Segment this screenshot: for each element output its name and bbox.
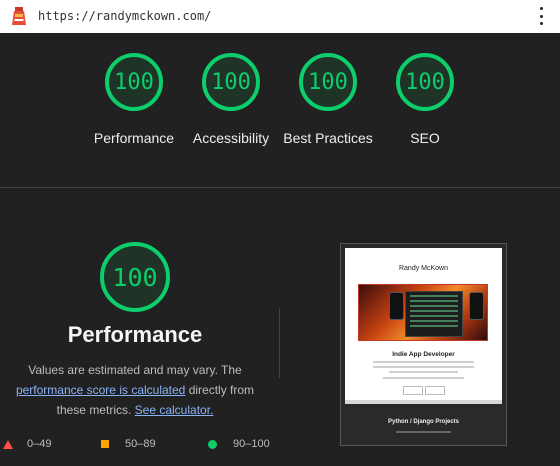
gauge-label-seo: SEO bbox=[410, 130, 440, 146]
screenshot-band bbox=[345, 400, 502, 404]
seo-gauge[interactable]: 100 bbox=[395, 52, 455, 112]
performance-gauge[interactable]: 100 bbox=[104, 52, 164, 112]
screenshot-button bbox=[425, 386, 445, 395]
gauge-score: 100 bbox=[405, 69, 445, 95]
description-text: Values are estimated and may vary. The bbox=[28, 363, 242, 377]
browser-toolbar: https://randymckown.com/ bbox=[0, 0, 560, 33]
gauge-score: 100 bbox=[114, 69, 154, 95]
legend-range: 90–100 bbox=[233, 438, 270, 450]
legend-range: 0–49 bbox=[27, 438, 52, 450]
gauge-score: 100 bbox=[112, 262, 158, 292]
performance-main-gauge: 100 bbox=[99, 241, 171, 313]
average-square-icon bbox=[101, 440, 109, 448]
text-line bbox=[373, 361, 474, 363]
performance-description: Values are estimated and may vary. The p… bbox=[4, 360, 266, 420]
phone-image bbox=[469, 292, 484, 320]
page-screenshot-thumbnail[interactable]: Randy McKown Indie App Developer Python … bbox=[340, 243, 507, 446]
text-line bbox=[373, 366, 474, 368]
phone-image bbox=[389, 292, 404, 320]
screenshot-projects-heading: Python / Django Projects bbox=[387, 419, 459, 425]
pass-circle-icon bbox=[208, 439, 217, 449]
fail-triangle-icon bbox=[3, 439, 13, 449]
screenshot-page: Randy McKown Indie App Developer bbox=[345, 248, 502, 400]
terminal-image bbox=[405, 291, 463, 337]
performance-title: Performance bbox=[67, 322, 203, 347]
screenshot-button bbox=[403, 386, 423, 395]
text-line bbox=[383, 377, 464, 379]
url-field[interactable]: https://randymckown.com/ bbox=[38, 9, 211, 23]
see-calculator-link[interactable]: See calculator. bbox=[135, 403, 214, 417]
screenshot-headline: Indie App Developer bbox=[392, 351, 455, 358]
screenshot-hero-image bbox=[358, 284, 488, 341]
score-calculated-link[interactable]: performance score is calculated bbox=[16, 383, 185, 397]
gauge-score: 100 bbox=[211, 69, 251, 95]
gauge-label-accessibility: Accessibility bbox=[192, 130, 270, 146]
lighthouse-logo-icon bbox=[12, 7, 26, 25]
gauge-label-best-practices: Best Practices bbox=[283, 130, 373, 146]
gauge-label-performance: Performance bbox=[93, 130, 175, 146]
gauge-score: 100 bbox=[308, 69, 348, 95]
legend-fail: 0–49 bbox=[3, 438, 51, 450]
section-divider bbox=[0, 187, 560, 188]
screenshot-name: Randy McKown bbox=[398, 265, 449, 272]
text-line bbox=[396, 431, 451, 433]
text-line bbox=[389, 371, 458, 373]
legend-pass: 90–100 bbox=[208, 438, 270, 450]
more-options-icon[interactable] bbox=[538, 7, 544, 25]
best-practices-gauge[interactable]: 100 bbox=[298, 52, 358, 112]
accessibility-gauge[interactable]: 100 bbox=[201, 52, 261, 112]
vertical-separator bbox=[279, 308, 280, 378]
legend-range: 50–89 bbox=[125, 438, 156, 450]
legend-average: 50–89 bbox=[101, 438, 156, 450]
